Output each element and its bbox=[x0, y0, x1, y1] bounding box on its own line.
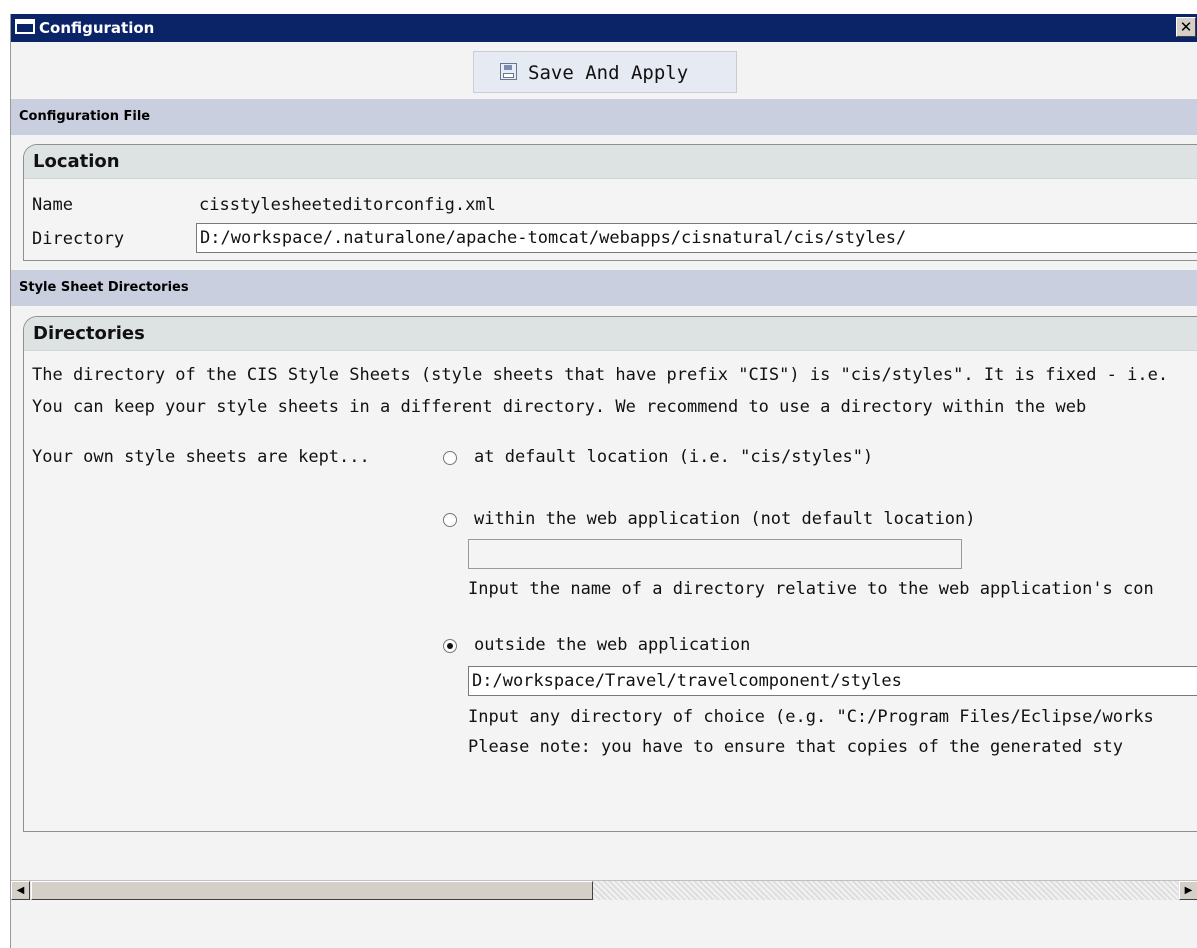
outside-directory-hint-1: Input any directory of choice (e.g. "C:/… bbox=[468, 707, 1154, 727]
floppy-disk-icon bbox=[500, 63, 517, 80]
window-icon bbox=[15, 19, 35, 34]
directories-group: Directories The directory of the CIS Sty… bbox=[23, 316, 1197, 832]
section-header-style-sheet-directories: Style Sheet Directories bbox=[11, 270, 1197, 306]
within-directory-input[interactable] bbox=[468, 539, 962, 569]
save-and-apply-button[interactable]: Save And Apply bbox=[473, 51, 737, 93]
within-directory-hint: Input the name of a directory relative t… bbox=[468, 579, 1154, 599]
description-line-1: The directory of the CIS Style Sheets (s… bbox=[32, 365, 1169, 385]
outside-directory-hint-2: Please note: you have to ensure that cop… bbox=[468, 737, 1124, 757]
option-outside-web-application-label: outside the web application bbox=[474, 635, 751, 655]
directory-label: Directory bbox=[32, 229, 125, 249]
scroll-right-arrow-icon[interactable]: ▶ bbox=[1179, 881, 1197, 900]
save-and-apply-label: Save And Apply bbox=[528, 62, 689, 84]
description-line-2: You can keep your style sheets in a diff… bbox=[32, 397, 1087, 417]
close-button[interactable]: ✕ bbox=[1176, 17, 1196, 37]
option-within-web-application-label: within the web application (not default … bbox=[474, 509, 976, 529]
outside-directory-input[interactable]: D:/workspace/Travel/travelcomponent/styl… bbox=[468, 666, 1197, 696]
toolbar: Save And Apply bbox=[11, 42, 1197, 99]
scroll-left-arrow-icon[interactable]: ◀ bbox=[11, 881, 30, 900]
radio-outside-web-application[interactable] bbox=[443, 639, 457, 653]
name-value: cisstylesheeteditorconfig.xml bbox=[199, 195, 496, 215]
location-group: Location Name cisstylesheeteditorconfig.… bbox=[23, 144, 1197, 261]
scrollbar-thumb[interactable] bbox=[31, 881, 593, 900]
title-bar: Configuration ✕ bbox=[11, 14, 1197, 42]
scrollbar-track[interactable] bbox=[593, 881, 1178, 900]
configuration-window: Configuration ✕ Save And Apply Configura… bbox=[10, 14, 1197, 948]
name-label: Name bbox=[32, 195, 73, 215]
radio-within-web-application[interactable] bbox=[443, 513, 457, 527]
kept-label: Your own style sheets are kept... bbox=[32, 447, 370, 467]
window-title: Configuration bbox=[39, 19, 155, 37]
radio-default-location[interactable] bbox=[443, 451, 457, 465]
section-header-configuration-file: Configuration File bbox=[11, 99, 1197, 135]
horizontal-scrollbar[interactable]: ◀ ▶ bbox=[11, 880, 1197, 900]
location-group-title: Location bbox=[24, 145, 1197, 179]
directories-group-title: Directories bbox=[24, 317, 1197, 351]
directory-field[interactable]: D:/workspace/.naturalone/apache-tomcat/w… bbox=[196, 223, 1197, 253]
option-default-location-label: at default location (i.e. "cis/styles") bbox=[474, 447, 874, 467]
